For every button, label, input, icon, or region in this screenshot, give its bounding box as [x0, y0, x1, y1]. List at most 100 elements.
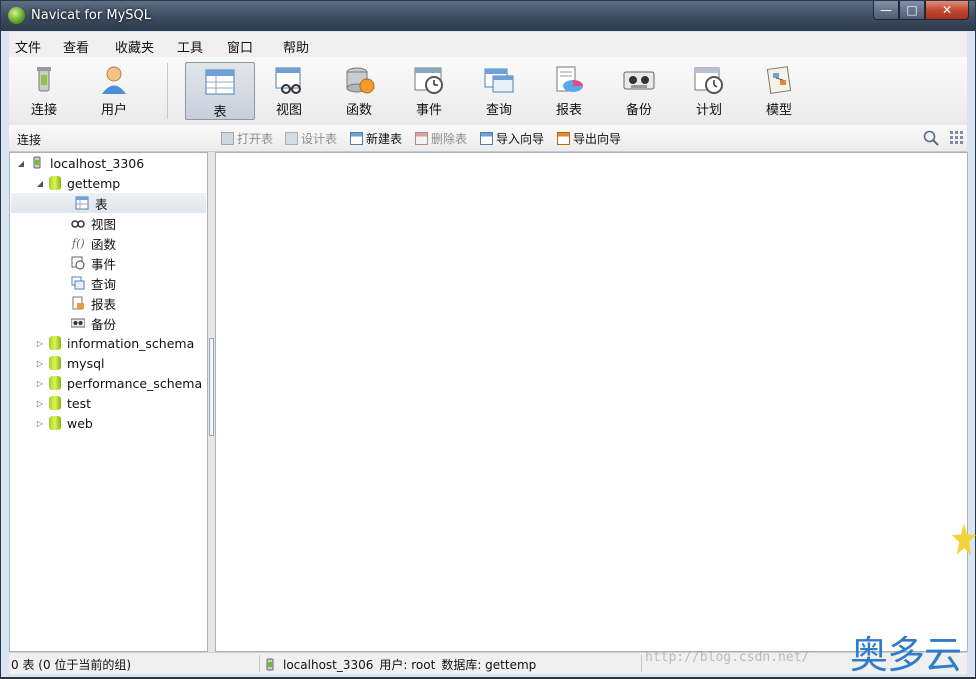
toolbar-event-button[interactable]: 事件 — [396, 61, 462, 121]
tree-node-views[interactable]: 视图 — [67, 213, 116, 233]
design-table-button[interactable]: 设计表 — [285, 130, 337, 147]
new-table-label: 新建表 — [366, 132, 403, 146]
function-icon — [346, 67, 375, 94]
query-icon — [484, 68, 514, 93]
open-table-icon — [221, 132, 234, 145]
menu-help[interactable]: 帮助 — [283, 37, 309, 56]
grid-view-icon[interactable] — [949, 130, 965, 146]
tree-db-performance-schema[interactable]: ▷ performance_schema — [35, 373, 202, 393]
open-table-label: 打开表 — [237, 132, 274, 146]
connection-pane-label: 连接 — [17, 133, 42, 147]
toolbar-schedule-label: 计划 — [695, 103, 722, 118]
expand-arrow-icon[interactable]: ▷ — [35, 339, 45, 348]
tree-node-queries[interactable]: 查询 — [67, 273, 116, 293]
toolbar-connect-button[interactable]: 连接 — [11, 61, 77, 121]
expand-arrow-icon[interactable]: ▷ — [35, 399, 45, 408]
expand-arrow-icon[interactable]: ▷ — [35, 419, 45, 428]
database-icon — [49, 336, 61, 350]
db-name: mysql — [67, 355, 105, 371]
db-name: information_schema — [67, 335, 195, 351]
menu-window[interactable]: 窗口 — [227, 37, 253, 56]
menu-favorites[interactable]: 收藏夹 — [115, 37, 154, 56]
toolbar-backup-button[interactable]: 备份 — [606, 61, 672, 121]
tree-node-functions[interactable]: f() 函数 — [67, 233, 116, 253]
tree-node-reports[interactable]: 报表 — [67, 293, 116, 313]
export-wizard-button[interactable]: 导出向导 — [557, 130, 621, 147]
minimize-button[interactable]: — — [873, 1, 899, 20]
schedule-icon — [694, 67, 723, 94]
design-table-label: 设计表 — [301, 132, 338, 146]
expand-arrow-icon[interactable]: ▷ — [35, 379, 45, 388]
view-glasses-icon — [71, 220, 85, 228]
toolbar-connect-label: 连接 — [30, 103, 57, 118]
event-icon — [71, 256, 85, 270]
model-icon — [766, 66, 792, 94]
db-name: web — [67, 415, 93, 431]
tree-node-tables[interactable]: 表 — [11, 193, 206, 213]
blog-watermark: http://blog.csdn.net/ — [645, 650, 810, 665]
new-table-button[interactable]: 新建表 — [350, 130, 402, 147]
menu-tools[interactable]: 工具 — [177, 37, 203, 56]
object-list-pane[interactable] — [215, 152, 968, 652]
toolbar-report-button[interactable]: 报表 — [536, 61, 602, 121]
tree-connection-node[interactable]: ◢ localhost_3306 — [16, 153, 144, 173]
tree-db-web[interactable]: ▷ web — [35, 413, 93, 433]
export-icon — [557, 132, 570, 145]
menu-bar: 文件 查看 收藏夹 工具 窗口 帮助 — [9, 32, 967, 58]
main-toolbar: 连接 用户 表 视图 函数 事件 查询 报表 备份 计划 模型 — [9, 57, 967, 126]
tree-db-information-schema[interactable]: ▷ information_schema — [35, 333, 194, 353]
delete-table-label: 删除表 — [431, 132, 468, 146]
window-title: Navicat for MySQL — [31, 8, 151, 23]
navigation-tree: ◢ localhost_3306 ◢ gettemp 表 视图 f() 函数 事… — [9, 152, 208, 652]
toolbar-query-label: 查询 — [485, 103, 512, 118]
menu-file[interactable]: 文件 — [15, 37, 41, 56]
tree-node-events[interactable]: 事件 — [67, 253, 116, 273]
collapse-arrow-icon[interactable]: ◢ — [35, 179, 45, 188]
toolbar-function-button[interactable]: 函数 — [326, 61, 392, 121]
tree-node-backups[interactable]: 备份 — [67, 313, 116, 333]
tree-node-label: 备份 — [91, 316, 117, 332]
status-database: 数据库: gettemp — [441, 658, 537, 672]
delete-table-icon — [415, 132, 428, 145]
status-divider — [259, 655, 260, 672]
database-icon — [49, 176, 61, 190]
close-button[interactable]: ✕ — [925, 1, 969, 20]
splitter-grip[interactable] — [209, 338, 214, 436]
brand-watermark: 奥多云 — [850, 633, 962, 677]
collapse-arrow-icon[interactable]: ◢ — [16, 159, 26, 168]
toolbar-report-label: 报表 — [555, 103, 582, 118]
menu-view[interactable]: 查看 — [63, 37, 89, 56]
delete-table-button[interactable]: 删除表 — [415, 130, 467, 147]
toolbar-model-button[interactable]: 模型 — [746, 61, 812, 121]
toolbar-user-button[interactable]: 用户 — [81, 61, 147, 121]
toolbar-schedule-button[interactable]: 计划 — [676, 61, 742, 121]
status-divider — [641, 655, 642, 672]
navicat-logo-icon — [8, 7, 25, 24]
tree-node-label: 函数 — [91, 236, 117, 252]
toolbar-table-button[interactable]: 表 — [185, 62, 255, 120]
database-icon — [49, 356, 61, 370]
tree-db-test[interactable]: ▷ test — [35, 393, 91, 413]
toolbar-user-label: 用户 — [100, 103, 127, 118]
search-icon[interactable] — [923, 130, 939, 146]
pane-splitter[interactable] — [208, 152, 215, 652]
view-icon — [275, 67, 301, 94]
db-name: performance_schema — [67, 375, 203, 391]
db-name: gettemp — [67, 175, 121, 191]
maximize-button[interactable]: □ — [899, 1, 925, 20]
tree-db-mysql[interactable]: ▷ mysql — [35, 353, 105, 373]
db-name: test — [67, 395, 92, 411]
tree-node-label: 事件 — [91, 256, 117, 272]
database-icon — [49, 396, 61, 410]
tree-node-label: 查询 — [91, 276, 117, 292]
open-table-button[interactable]: 打开表 — [221, 130, 273, 147]
object-toolbar: 连接 打开表 设计表 新建表 删除表 导入向导 导出向导 — [9, 125, 967, 152]
expand-arrow-icon[interactable]: ▷ — [35, 359, 45, 368]
design-table-icon — [285, 132, 298, 145]
toolbar-table-label: 表 — [213, 105, 227, 120]
import-wizard-button[interactable]: 导入向导 — [480, 130, 544, 147]
toolbar-view-button[interactable]: 视图 — [256, 61, 322, 121]
tree-db-gettemp[interactable]: ◢ gettemp — [35, 173, 120, 193]
toolbar-query-button[interactable]: 查询 — [466, 61, 532, 121]
tree-node-label: 视图 — [91, 216, 117, 232]
